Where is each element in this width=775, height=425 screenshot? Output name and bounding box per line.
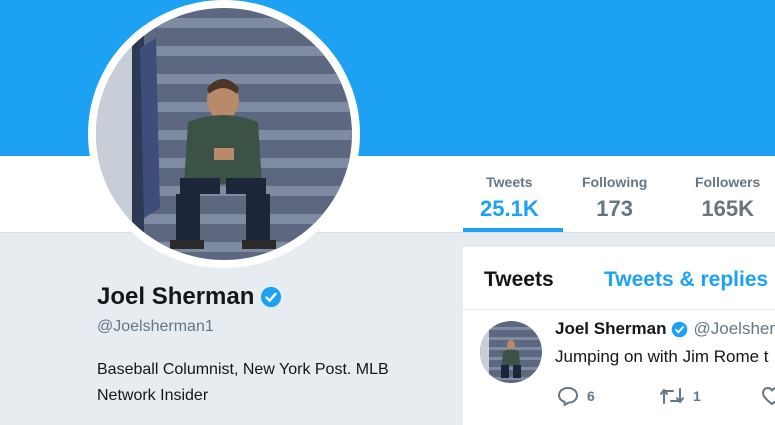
tweet-author-handle[interactable]: @Joelsher [694,319,775,339]
retweet-icon [660,388,684,404]
stat-followers[interactable]: Followers 165K [695,174,760,222]
profile-bio: Baseball Columnist, New York Post. MLB N… [97,361,389,404]
stat-value: 25.1K [480,196,539,221]
stat-label: Following [582,174,648,190]
stat-label: Tweets [486,174,533,190]
stat-value: 173 [596,196,634,221]
stat-label: Followers [695,174,761,190]
profile-handle[interactable]: @Joelsherman1 [97,318,214,336]
retweet-button[interactable]: 1 [659,386,701,406]
verified-badge-icon [261,286,282,308]
stat-following[interactable]: Following 173 [582,174,647,222]
active-tab-indicator [463,228,563,232]
like-icon [762,387,775,405]
stat-tweets[interactable]: Tweets 25.1K [480,174,539,222]
reply-count: 6 [587,388,595,404]
profile-name[interactable]: Joel Sherman [97,283,254,311]
timeline-panel: Tweets Tweets & replies Joel Sherman @Jo… [463,247,775,425]
profile-name-row: Joel Sherman [97,283,282,311]
like-button[interactable] [761,386,775,406]
tweet-header: Joel Sherman @Joelsher [555,319,775,339]
profile-photo [96,8,352,260]
profile-avatar[interactable] [88,0,360,268]
tab-tweets-and-replies[interactable]: Tweets & replies [604,268,768,292]
retweet-count: 1 [693,388,701,404]
verified-badge-icon [671,321,687,337]
divider [463,309,775,310]
tweet-avatar[interactable] [480,321,542,383]
tweet-author-name[interactable]: Joel Sherman [555,319,667,339]
reply-button[interactable]: 6 [557,386,595,406]
stat-value: 165K [701,196,754,221]
tweet-text: Jumping on with Jim Rome t [555,347,769,366]
tab-tweets[interactable]: Tweets [484,268,554,292]
reply-icon [558,387,578,406]
